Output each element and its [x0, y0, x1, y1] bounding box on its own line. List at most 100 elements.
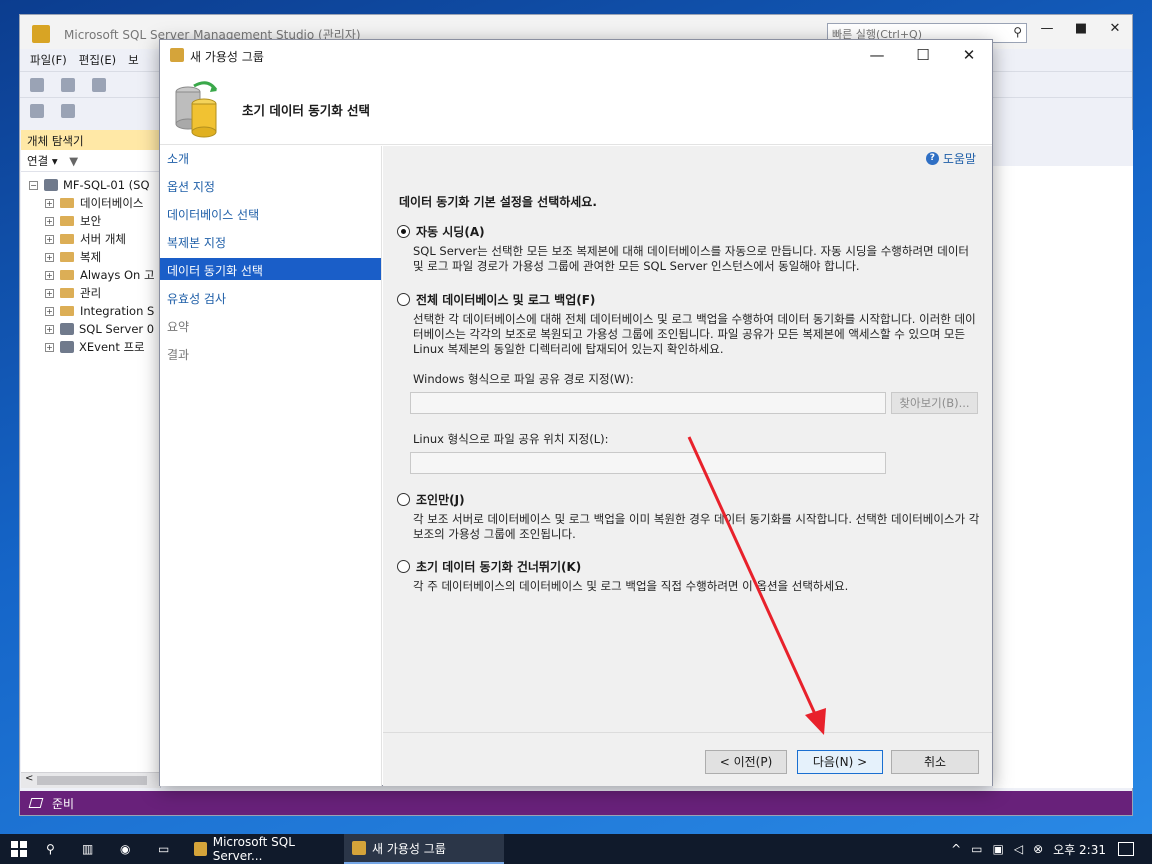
linux-share-input[interactable]: [410, 452, 886, 474]
option-description: 각 주 데이터베이스의 데이터베이스 및 로그 백업을 직접 수행하려면 이 옵…: [413, 579, 849, 593]
taskbar-item-label: 새 가용성 그룹: [372, 841, 446, 856]
unplug-icon[interactable]: [60, 104, 75, 118]
tree-node[interactable]: + XEvent 프로: [29, 338, 160, 356]
scroll-left-icon[interactable]: <: [25, 773, 33, 784]
radio-icon[interactable]: [397, 293, 410, 306]
nav-item-summary: 요약: [167, 320, 190, 334]
dialog-title: 새 가용성 그룹: [190, 50, 264, 64]
expand-icon[interactable]: +: [45, 198, 54, 208]
option-join-only: 조인만(J) 각 보조 서버로 데이터베이스 및 로그 백업을 이미 복원한 경…: [397, 491, 981, 542]
dialog-maximize-icon[interactable]: ☐: [900, 44, 946, 66]
taskbar-item-ssms[interactable]: Microsoft SQL Server...: [186, 834, 344, 864]
radio-skip-sync[interactable]: 초기 데이터 동기화 건너뛰기(K): [397, 558, 981, 575]
dialog-app-icon: [170, 48, 184, 62]
file-explorer-icon[interactable]: ▭: [158, 834, 169, 864]
start-button[interactable]: [10, 834, 28, 864]
expand-icon[interactable]: +: [45, 324, 54, 334]
previous-button[interactable]: < 이전(P): [705, 750, 787, 774]
nav-item-data-sync[interactable]: 데이터 동기화 선택: [160, 258, 381, 280]
expand-icon[interactable]: +: [45, 252, 54, 262]
document-toolbar: [993, 130, 1133, 166]
filter-icon[interactable]: ▼: [69, 154, 78, 168]
status-icon: [28, 798, 44, 808]
cancel-button[interactable]: 취소: [891, 750, 979, 774]
folder-icon: [60, 234, 74, 244]
expand-icon[interactable]: +: [45, 342, 54, 352]
dialog-close-icon[interactable]: ✕: [946, 44, 992, 66]
radio-selected-icon[interactable]: [397, 225, 410, 238]
radio-icon[interactable]: [397, 493, 410, 506]
dialog-titlebar: 새 가용성 그룹 — ☐ ✕: [160, 40, 992, 70]
option-skip-sync: 초기 데이터 동기화 건너뛰기(K) 각 주 데이터베이스의 데이터베이스 및 …: [397, 558, 981, 594]
tree-node[interactable]: + 데이터베이스: [29, 194, 160, 212]
status-bar: 준비: [20, 791, 1132, 815]
folder-icon: [60, 306, 74, 316]
tree-node[interactable]: + 관리: [29, 284, 160, 302]
horizontal-scrollbar[interactable]: <: [21, 772, 160, 788]
scroll-thumb[interactable]: [37, 776, 147, 785]
nav-item-options[interactable]: 옵션 지정: [160, 174, 381, 196]
connect-dropdown[interactable]: 연결 ▾: [27, 154, 58, 168]
windows-share-input[interactable]: [410, 392, 886, 414]
nav-item-select-db[interactable]: 데이터베이스 선택: [160, 202, 381, 224]
help-icon: ?: [925, 152, 939, 165]
menu-file[interactable]: 파일(F): [30, 52, 67, 68]
nav-item-replicas[interactable]: 복제본 지정: [160, 230, 381, 252]
tree-node[interactable]: + 서버 개체: [29, 230, 160, 248]
taskbar-item-dialog[interactable]: 새 가용성 그룹: [344, 834, 504, 864]
menu-view[interactable]: 보: [128, 52, 139, 68]
folder-icon: [60, 288, 74, 298]
wizard-content: ? 도움말 데이터 동기화 기본 설정을 선택하세요. 자동 시딩(A) SQL…: [383, 146, 992, 732]
forward-icon[interactable]: [60, 78, 75, 92]
expand-icon[interactable]: +: [45, 306, 54, 316]
nav-item-validation[interactable]: 유효성 검사: [160, 286, 381, 308]
back-icon[interactable]: [30, 78, 44, 92]
error-icon[interactable]: ⊗: [1033, 842, 1043, 856]
minimize-icon[interactable]: —: [1030, 21, 1064, 36]
ssms-taskbar-icon: [194, 842, 207, 856]
radio-automatic-seeding[interactable]: 자동 시딩(A): [397, 223, 981, 240]
nav-item-intro[interactable]: 소개: [160, 146, 381, 168]
new-query-icon[interactable]: [91, 78, 106, 92]
network-icon[interactable]: ▣: [993, 842, 1004, 856]
close-icon[interactable]: ✕: [1098, 21, 1132, 36]
tree-node[interactable]: + Integration S: [29, 302, 160, 320]
radio-icon[interactable]: [397, 560, 410, 573]
clock[interactable]: 오후 2:31: [1053, 841, 1106, 858]
tree-node[interactable]: + 보안: [29, 212, 160, 230]
wizard-banner: 초기 데이터 동기화 선택: [160, 70, 992, 145]
radio-join-only[interactable]: 조인만(J): [397, 491, 981, 508]
new-availability-group-dialog: 새 가용성 그룹 — ☐ ✕ 초기 데이터 동기화 선택 소개 옵션 지정 데이…: [159, 39, 993, 786]
expand-icon[interactable]: +: [45, 288, 54, 298]
edge-icon[interactable]: ◉: [120, 834, 130, 864]
task-view-icon[interactable]: ▥: [82, 834, 93, 864]
battery-icon[interactable]: ▭: [971, 842, 982, 856]
object-explorer-toolbar: 연결 ▾ ▼: [21, 150, 160, 172]
tree-node[interactable]: + 복제: [29, 248, 160, 266]
tree-server-node[interactable]: − MF-SQL-01 (SQ: [29, 176, 160, 194]
collapse-icon[interactable]: −: [29, 180, 38, 190]
radio-full-backup[interactable]: 전체 데이터베이스 및 로그 백업(F): [397, 291, 981, 308]
server-icon: [44, 179, 58, 191]
folder-icon: [60, 270, 74, 280]
folder-icon: [60, 252, 74, 262]
chevron-up-icon[interactable]: ^: [951, 842, 961, 856]
volume-icon[interactable]: ◁: [1014, 842, 1023, 856]
dialog-minimize-icon[interactable]: —: [854, 44, 900, 66]
maximize-icon[interactable]: ■: [1064, 21, 1098, 36]
tree-node[interactable]: + Always On 고: [29, 266, 160, 284]
expand-icon[interactable]: +: [45, 234, 54, 244]
search-icon[interactable]: ⚲: [46, 834, 55, 864]
tree-node[interactable]: + SQL Server 0: [29, 320, 160, 338]
next-button[interactable]: 다음(N) >: [797, 750, 883, 774]
plug-icon[interactable]: [30, 104, 44, 118]
menu-edit[interactable]: 편집(E): [79, 52, 116, 68]
help-link[interactable]: ? 도움말: [925, 150, 976, 167]
wizard-footer: < 이전(P) 다음(N) > 취소: [383, 732, 992, 786]
expand-icon[interactable]: +: [45, 270, 54, 280]
system-tray: ^ ▭ ▣ ◁ ⊗ 오후 2:31: [951, 834, 1106, 864]
expand-icon[interactable]: +: [45, 216, 54, 226]
windows-share-label: Windows 형식으로 파일 공유 경로 지정(W):: [413, 372, 634, 386]
notification-icon[interactable]: [1118, 842, 1134, 856]
browse-button[interactable]: 찾아보기(B)...: [891, 392, 978, 414]
